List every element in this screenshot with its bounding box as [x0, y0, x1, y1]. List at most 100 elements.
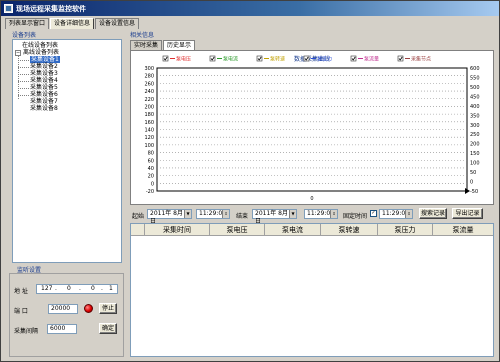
tree-device-3[interactable]: 采集设备3: [30, 70, 58, 77]
ip-octet-3: 0: [91, 285, 95, 292]
y-right-tick-label: 600: [470, 66, 480, 72]
port-field[interactable]: 20000: [48, 304, 78, 314]
dropdown-arrow-icon[interactable]: ▼: [289, 210, 296, 218]
legend-entry: 泵转速: [270, 56, 285, 63]
address-label: 地 址: [14, 288, 28, 295]
tab-list-display[interactable]: 列表显示窗口: [5, 18, 50, 29]
y-left-tick-label: 80: [148, 151, 154, 157]
fixed-time-picker[interactable]: 11:29:07 ⇕: [379, 209, 413, 219]
end-time-picker[interactable]: 11:29:07 ⇕: [304, 209, 338, 219]
main-tabs: 列表显示窗口 设备详细信息 设备设置信息: [5, 18, 140, 29]
column-pump-current[interactable]: 泵电流: [265, 224, 321, 236]
search-records-button[interactable]: 搜索记录: [419, 208, 447, 219]
start-time-picker[interactable]: 11:29:07 ⇕: [196, 209, 230, 219]
y-left-tick-label: -20: [146, 189, 154, 195]
y-right-tick-label: 500: [470, 85, 480, 91]
app-icon: [4, 4, 13, 13]
tree-device-4[interactable]: 采集设备4: [30, 77, 58, 84]
y-right-tick-label: 150: [470, 151, 480, 157]
title-bar[interactable]: 现场远程采集监控软件: [1, 1, 499, 16]
query-controls: 起始 2011年 8月 8日 ▼ 11:29:07 ⇕ 结束 2011年 8月 8日…: [130, 208, 494, 225]
y-right-tick-label: 400: [470, 104, 480, 110]
end-label: 结束: [236, 213, 249, 220]
y-right-tick-label: 0: [470, 180, 473, 186]
y-left-tick-label: 0: [151, 181, 154, 187]
tree-line: [18, 74, 29, 75]
legend-entry: 泵流量: [364, 56, 379, 63]
ip-dot: .: [79, 285, 81, 292]
records-table[interactable]: 采集时间 泵电压 泵电流 泵转速 泵压力 泵流量: [130, 223, 494, 357]
listen-settings-group: 地 址 127 . 0 . 0 . 1 端 口 20000 停止 采集间隔 60…: [9, 273, 124, 357]
table-header: 采集时间 泵电压 泵电流 泵转速 泵压力 泵流量: [131, 224, 493, 236]
stop-button[interactable]: 停止: [99, 303, 117, 314]
start-date-picker[interactable]: 2011年 8月 8日 ▼: [147, 209, 192, 225]
app-window: 现场远程采集监控软件 列表显示窗口 设备详细信息 设备设置信息 设备列表 在线设…: [0, 0, 500, 362]
tree-line: [18, 60, 29, 61]
right-pane: 相关信息 实时采集 历史显示 数据采集曲线 300 280 260 240 220 200 1…: [127, 29, 497, 359]
tree-device-6[interactable]: 采集设备6: [30, 91, 58, 98]
y-right-tick-label: 450: [470, 94, 480, 100]
tab-history[interactable]: 历史显示: [163, 40, 196, 50]
y-left-tick-label: 60: [148, 158, 154, 164]
y-left-tick-label: 280: [144, 74, 154, 80]
tab-device-settings[interactable]: 设备设置信息: [95, 18, 140, 29]
ip-dot: .: [55, 285, 57, 292]
legend-entry: 泵压力: [317, 56, 332, 63]
tree-line: [18, 56, 19, 99]
y-left-tick-label: 240: [144, 89, 154, 95]
tree-online-devices[interactable]: 在线设备列表: [22, 42, 58, 49]
tree-device-2[interactable]: 采集设备2: [30, 63, 58, 70]
tree-device-7[interactable]: 采集设备7: [30, 98, 58, 105]
spin-icon[interactable]: ⇕: [330, 210, 337, 218]
spin-icon[interactable]: ⇕: [222, 210, 229, 218]
tree-device-8[interactable]: 采集设备8: [30, 105, 58, 112]
spin-icon[interactable]: ⇕: [405, 210, 412, 218]
tree-line: [18, 95, 29, 96]
history-chart: 数据采集曲线3002802602402202001801601401201008…: [144, 55, 480, 202]
fixed-time-checkbox[interactable]: ✓: [370, 210, 377, 217]
y-left-tick-label: 140: [144, 128, 154, 134]
y-right-tick-label: -50: [470, 189, 478, 195]
plot-area: [156, 67, 468, 192]
ip-dot: .: [101, 285, 103, 292]
y-right-tick-label: 350: [470, 113, 480, 119]
legend-entry: 泵电压: [176, 56, 191, 63]
ip-octet-2: 0: [67, 285, 71, 292]
x-tick-label: 0: [310, 196, 313, 202]
y-left-tick-label: 120: [144, 135, 154, 141]
interval-label: 采集间隔: [14, 328, 39, 335]
y-left-tick-label: 160: [144, 120, 154, 126]
tab-device-detail[interactable]: 设备详细信息: [50, 18, 95, 29]
tree-device-5[interactable]: 采集设备5: [30, 84, 58, 91]
tree-device-1[interactable]: 采集设备1: [30, 56, 60, 63]
ip-address-field[interactable]: 127 . 0 . 0 . 1: [36, 284, 118, 294]
related-info-label: 相关信息: [130, 32, 155, 39]
y-left-tick-label: 300: [144, 66, 154, 72]
dropdown-arrow-icon[interactable]: ▼: [184, 210, 191, 218]
device-tree[interactable]: 在线设备列表 − 离线设备列表 采集设备1 采集设备2 采集设备3 采集设备4 …: [12, 39, 122, 263]
left-pane: 设备列表 在线设备列表 − 离线设备列表 采集设备1 采集设备2 采集设备3 采…: [4, 29, 126, 359]
tree-line: [18, 67, 29, 68]
y-left-tick-label: 220: [144, 97, 154, 103]
y-right-tick-label: 550: [470, 75, 480, 81]
confirm-button[interactable]: 确定: [99, 323, 117, 334]
legend-entry: 采集节点: [411, 56, 431, 63]
y-right-tick-label: 250: [470, 132, 480, 138]
fixed-time-label: 固定时间: [343, 213, 368, 220]
interval-field[interactable]: 6000: [47, 324, 77, 334]
window-title: 现场远程采集监控软件: [16, 4, 86, 13]
export-records-button[interactable]: 导出记录: [452, 208, 483, 219]
column-pump-speed[interactable]: 泵转速: [321, 224, 378, 236]
device-list-label: 设备列表: [12, 32, 37, 39]
column-collect-time[interactable]: 采集时间: [145, 224, 210, 236]
column-pump-voltage[interactable]: 泵电压: [210, 224, 265, 236]
y-left-tick-label: 20: [148, 174, 154, 180]
end-date-picker[interactable]: 2011年 8月 8日 ▼: [252, 209, 297, 225]
start-label: 起始: [132, 213, 145, 220]
column-pump-pressure[interactable]: 泵压力: [378, 224, 433, 236]
column-pump-flow[interactable]: 泵流量: [433, 224, 493, 236]
tree-offline-devices[interactable]: 离线设备列表: [23, 49, 59, 56]
tab-realtime[interactable]: 实时采集: [130, 40, 163, 50]
tree-line: [18, 88, 29, 89]
table-header-blank: [131, 224, 145, 236]
